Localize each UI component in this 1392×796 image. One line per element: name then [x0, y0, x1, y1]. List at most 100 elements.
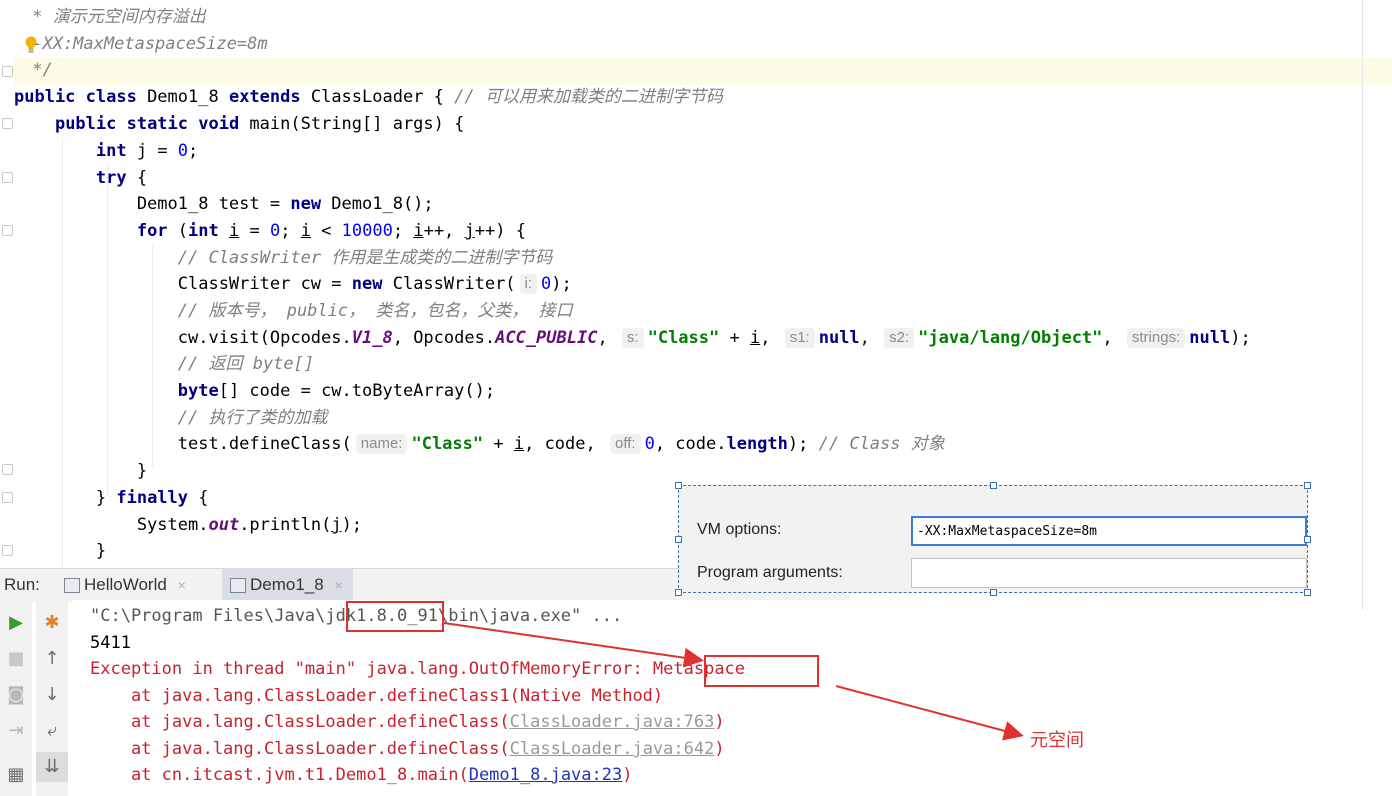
- resize-handle[interactable]: [1304, 536, 1311, 543]
- code-line[interactable]: cw.visit(Opcodes.V1_8, Opcodes.ACC_PUBLI…: [14, 325, 1251, 352]
- code-token: 0: [541, 274, 552, 294]
- code-line[interactable]: }: [14, 458, 147, 485]
- code-token: j: [464, 221, 475, 241]
- current-line-highlight: [14, 58, 1392, 85]
- code-line[interactable]: for (int i = 0; i < 10000; i++, j++) {: [14, 218, 526, 245]
- resize-handle[interactable]: [990, 589, 997, 596]
- exit-icon[interactable]: ⇥: [0, 716, 32, 746]
- code-editor[interactable]: * 演示元空间内存溢出 -XX:MaxMetaspaceSize=8m */ pu…: [0, 0, 1392, 610]
- code-token: new: [290, 194, 332, 214]
- debug-bug-icon[interactable]: ✱: [36, 608, 68, 638]
- fold-marker[interactable]: [2, 492, 13, 503]
- arrow-to-note: [835, 685, 1024, 741]
- run-toolbar-left: ▶ ■ ◙ ⇥ ▦: [0, 600, 32, 796]
- code-line[interactable]: * 演示元空间内存溢出: [22, 4, 205, 31]
- code-token: );: [341, 515, 363, 535]
- code-token: 10000: [341, 221, 393, 241]
- code-token: // ClassWriter 作用是生成类的二进制字节码: [177, 248, 553, 268]
- code-token: ACC_PUBLIC: [495, 328, 598, 348]
- code-line[interactable]: int j = 0;: [14, 138, 198, 165]
- code-token: 0: [269, 221, 281, 241]
- up-arrow-icon[interactable]: ↑: [36, 644, 68, 674]
- parameter-hint: s:: [621, 328, 644, 348]
- down-arrow-icon[interactable]: ↓: [36, 680, 68, 710]
- close-icon[interactable]: ×: [178, 577, 186, 593]
- code-token: main(String[] args) {: [249, 114, 465, 134]
- code-line[interactable]: */: [22, 57, 52, 84]
- code-token: Demo1_8();: [331, 194, 434, 214]
- resize-handle[interactable]: [675, 482, 682, 489]
- code-token: j: [331, 515, 342, 535]
- code-line[interactable]: public class Demo1_8 extends ClassLoader…: [14, 84, 723, 111]
- code-line[interactable]: }: [14, 538, 106, 565]
- close-icon[interactable]: ×: [334, 577, 342, 593]
- code-line[interactable]: byte[] code = cw.toByteArray();: [14, 378, 495, 405]
- fold-marker[interactable]: [2, 464, 13, 475]
- code-token: i: [300, 221, 311, 241]
- stop-icon[interactable]: ■: [0, 644, 32, 674]
- code-line[interactable]: -XX:MaxMetaspaceSize=8m: [22, 31, 268, 58]
- code-token: .println(: [239, 515, 332, 535]
- code-token: <: [310, 221, 342, 241]
- code-line[interactable]: // ClassWriter 作用是生成类的二进制字节码: [14, 245, 553, 272]
- scroll-to-end-icon[interactable]: ⇊: [36, 752, 68, 782]
- code-line[interactable]: try {: [14, 165, 147, 192]
- resize-handle[interactable]: [1304, 482, 1311, 489]
- soft-wrap-icon[interactable]: ⤶: [36, 716, 68, 746]
- code-token: {: [136, 168, 148, 188]
- code-line[interactable]: // 返回 byte[]: [14, 351, 314, 378]
- code-line[interactable]: } finally {: [14, 485, 209, 512]
- code-line[interactable]: // 版本号， public， 类名，包名，父类， 接口: [14, 298, 573, 325]
- code-line[interactable]: // 执行了类的加载: [14, 405, 328, 432]
- code-token: ;: [392, 221, 414, 241]
- code-line[interactable]: ClassWriter cw = new ClassWriter(i: 0);: [14, 271, 572, 298]
- code-token: 0: [644, 434, 655, 454]
- stack-trace-link[interactable]: ClassLoader.java:763: [510, 712, 715, 732]
- resize-handle[interactable]: [675, 536, 682, 543]
- fold-marker[interactable]: [2, 545, 13, 556]
- console-line: at java.lang.ClassLoader.defineClass(Cla…: [90, 736, 725, 763]
- resize-handle[interactable]: [675, 589, 682, 596]
- code-token: 0: [177, 141, 189, 161]
- fold-marker[interactable]: [2, 172, 13, 183]
- console-icon: [64, 578, 80, 593]
- code-token: =: [239, 221, 270, 241]
- stack-trace-link[interactable]: ClassLoader.java:642: [510, 739, 715, 759]
- console-text: ): [714, 712, 725, 732]
- code-token: // 返回 byte[]: [177, 354, 315, 374]
- fold-marker[interactable]: [2, 118, 13, 129]
- console-line: at java.lang.ClassLoader.defineClass1(Na…: [90, 683, 663, 710]
- camera-icon[interactable]: ◙: [0, 680, 32, 710]
- layout-icon[interactable]: ▦: [0, 760, 32, 790]
- code-token: int: [95, 141, 137, 161]
- code-token: Demo1_8 test =: [14, 194, 291, 214]
- parameter-hint: off:: [609, 434, 641, 454]
- code-token: ++) {: [474, 221, 526, 241]
- fold-marker[interactable]: [2, 66, 13, 77]
- code-token: "Class": [647, 328, 720, 348]
- resize-handle[interactable]: [990, 482, 997, 489]
- fold-marker[interactable]: [2, 225, 13, 236]
- tab-demo1-8[interactable]: Demo1_8 ×: [222, 569, 353, 601]
- code-line[interactable]: System.out.println(j);: [14, 512, 362, 539]
- run-toolbar-right: ✱ ↑ ↓ ⤶ ⇊: [36, 600, 68, 796]
- code-token: , code.: [654, 434, 727, 454]
- code-token: -XX:MaxMetaspaceSize=8m: [22, 34, 268, 54]
- code-token: );: [1230, 328, 1251, 348]
- code-token: (: [177, 221, 189, 241]
- code-token: length: [726, 434, 788, 454]
- vm-options-input[interactable]: -XX:MaxMetaspaceSize=8m: [911, 516, 1307, 546]
- program-arguments-input[interactable]: [911, 558, 1307, 588]
- console-icon: [230, 578, 246, 593]
- parameter-hint: name:: [355, 434, 408, 454]
- code-line[interactable]: public static void main(String[] args) {: [14, 111, 464, 138]
- tab-helloworld[interactable]: HelloWorld ×: [56, 569, 196, 601]
- stack-trace-link[interactable]: Demo1_8.java:23: [469, 765, 623, 785]
- rerun-icon[interactable]: ▶: [0, 608, 32, 638]
- code-token: ClassWriter(: [392, 274, 516, 294]
- code-line[interactable]: Demo1_8 test = new Demo1_8();: [14, 191, 434, 218]
- code-line[interactable]: test.defineClass(name: "Class" + i, code,…: [14, 431, 945, 458]
- resize-handle[interactable]: [1304, 589, 1311, 596]
